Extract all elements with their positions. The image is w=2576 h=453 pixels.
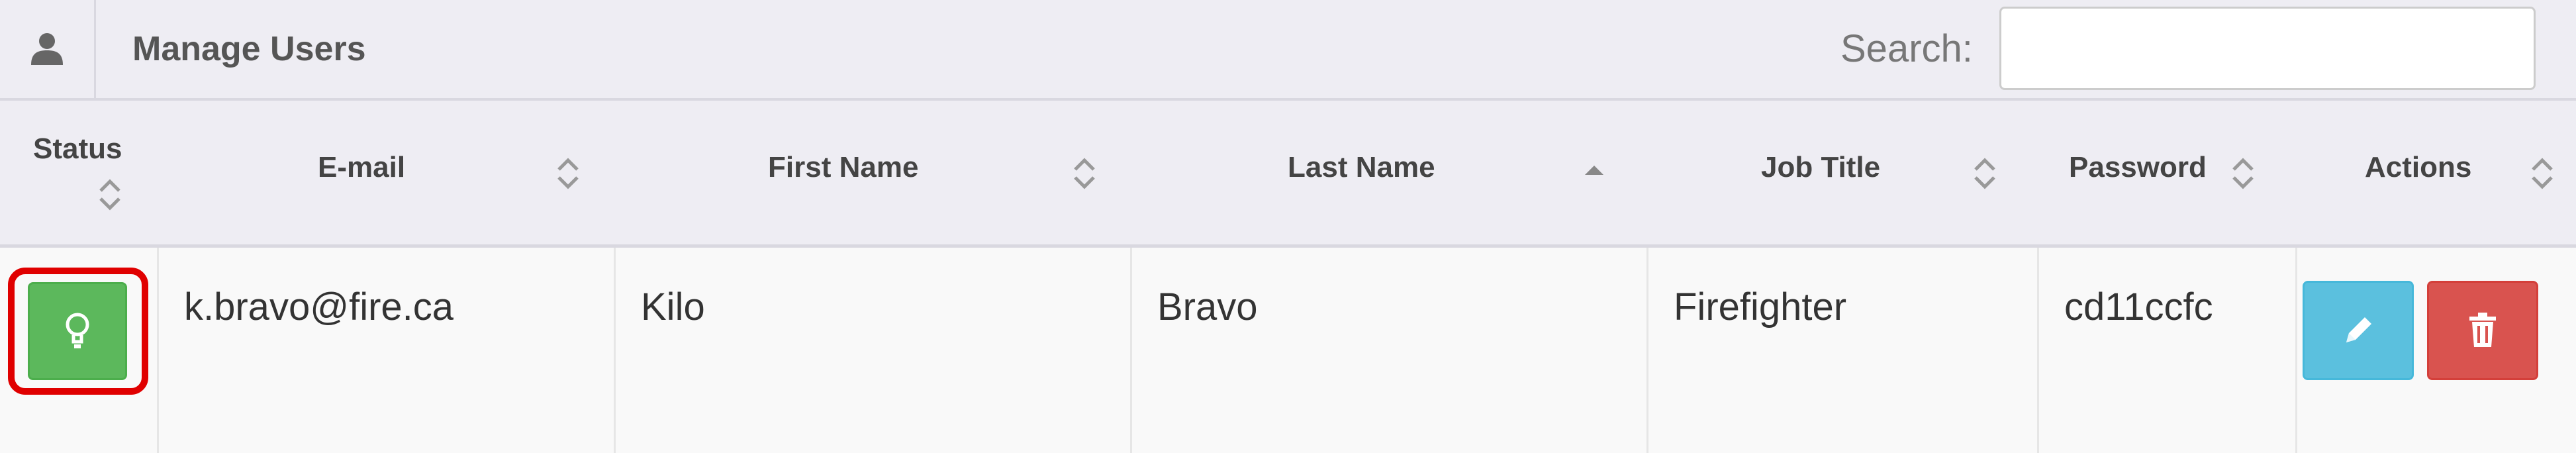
first-name-text: Kilo	[641, 285, 705, 328]
table-header: Status E-mail First Name Last Name Job T…	[0, 101, 2576, 248]
sort-both-icon[interactable]	[1973, 155, 1997, 192]
job-title-cell: Firefighter	[1648, 248, 2039, 453]
column-label: First Name	[768, 151, 919, 183]
password-text: cd11ccfc	[2064, 285, 2213, 328]
column-label: Job Title	[1761, 151, 1881, 183]
column-header-password[interactable]: Password	[2039, 101, 2297, 244]
status-cell	[0, 248, 159, 453]
table-row: k.bravo@fire.ca Kilo Bravo Firefighter c…	[0, 248, 2576, 453]
column-header-actions[interactable]: Actions	[2297, 101, 2576, 244]
column-label: Last Name	[1288, 151, 1435, 183]
column-header-first-name[interactable]: First Name	[616, 101, 1132, 244]
search-input[interactable]	[1999, 7, 2536, 90]
email-text: k.bravo@fire.ca	[184, 285, 454, 328]
column-header-job-title[interactable]: Job Title	[1648, 101, 2039, 244]
sort-both-icon[interactable]	[2530, 155, 2554, 192]
edit-user-button[interactable]	[2303, 281, 2414, 380]
panel-header: Manage Users Search:	[0, 0, 2576, 101]
trash-icon	[2469, 313, 2496, 347]
column-header-status[interactable]: Status	[0, 101, 159, 244]
column-label: Status	[33, 132, 122, 165]
column-label: E-mail	[318, 151, 406, 183]
pencil-icon	[2346, 317, 2371, 342]
page-title: Manage Users	[132, 30, 366, 68]
column-label: Password	[2069, 151, 2207, 183]
column-label: Actions	[2365, 151, 2472, 183]
sort-ascending-icon[interactable]	[1582, 155, 1606, 192]
job-title-text: Firefighter	[1674, 285, 1847, 328]
header-icon-cell	[0, 0, 96, 98]
sort-both-icon[interactable]	[1073, 155, 1096, 192]
last-name-cell: Bravo	[1132, 248, 1648, 453]
sort-both-icon[interactable]	[556, 155, 580, 192]
first-name-cell: Kilo	[616, 248, 1132, 453]
email-cell: k.bravo@fire.ca	[159, 248, 616, 453]
column-header-email[interactable]: E-mail	[159, 101, 616, 244]
highlight-box	[8, 268, 148, 395]
delete-user-button[interactable]	[2427, 281, 2538, 380]
sort-both-icon[interactable]	[98, 176, 122, 213]
manage-users-panel: Manage Users Search: Status E-mail First…	[0, 0, 2576, 453]
sort-both-icon[interactable]	[2231, 155, 2255, 192]
search-label: Search:	[1840, 27, 1973, 70]
user-icon	[31, 33, 63, 65]
last-name-text: Bravo	[1157, 285, 1258, 328]
column-header-last-name[interactable]: Last Name	[1132, 101, 1648, 244]
password-cell: cd11ccfc	[2039, 248, 2297, 453]
